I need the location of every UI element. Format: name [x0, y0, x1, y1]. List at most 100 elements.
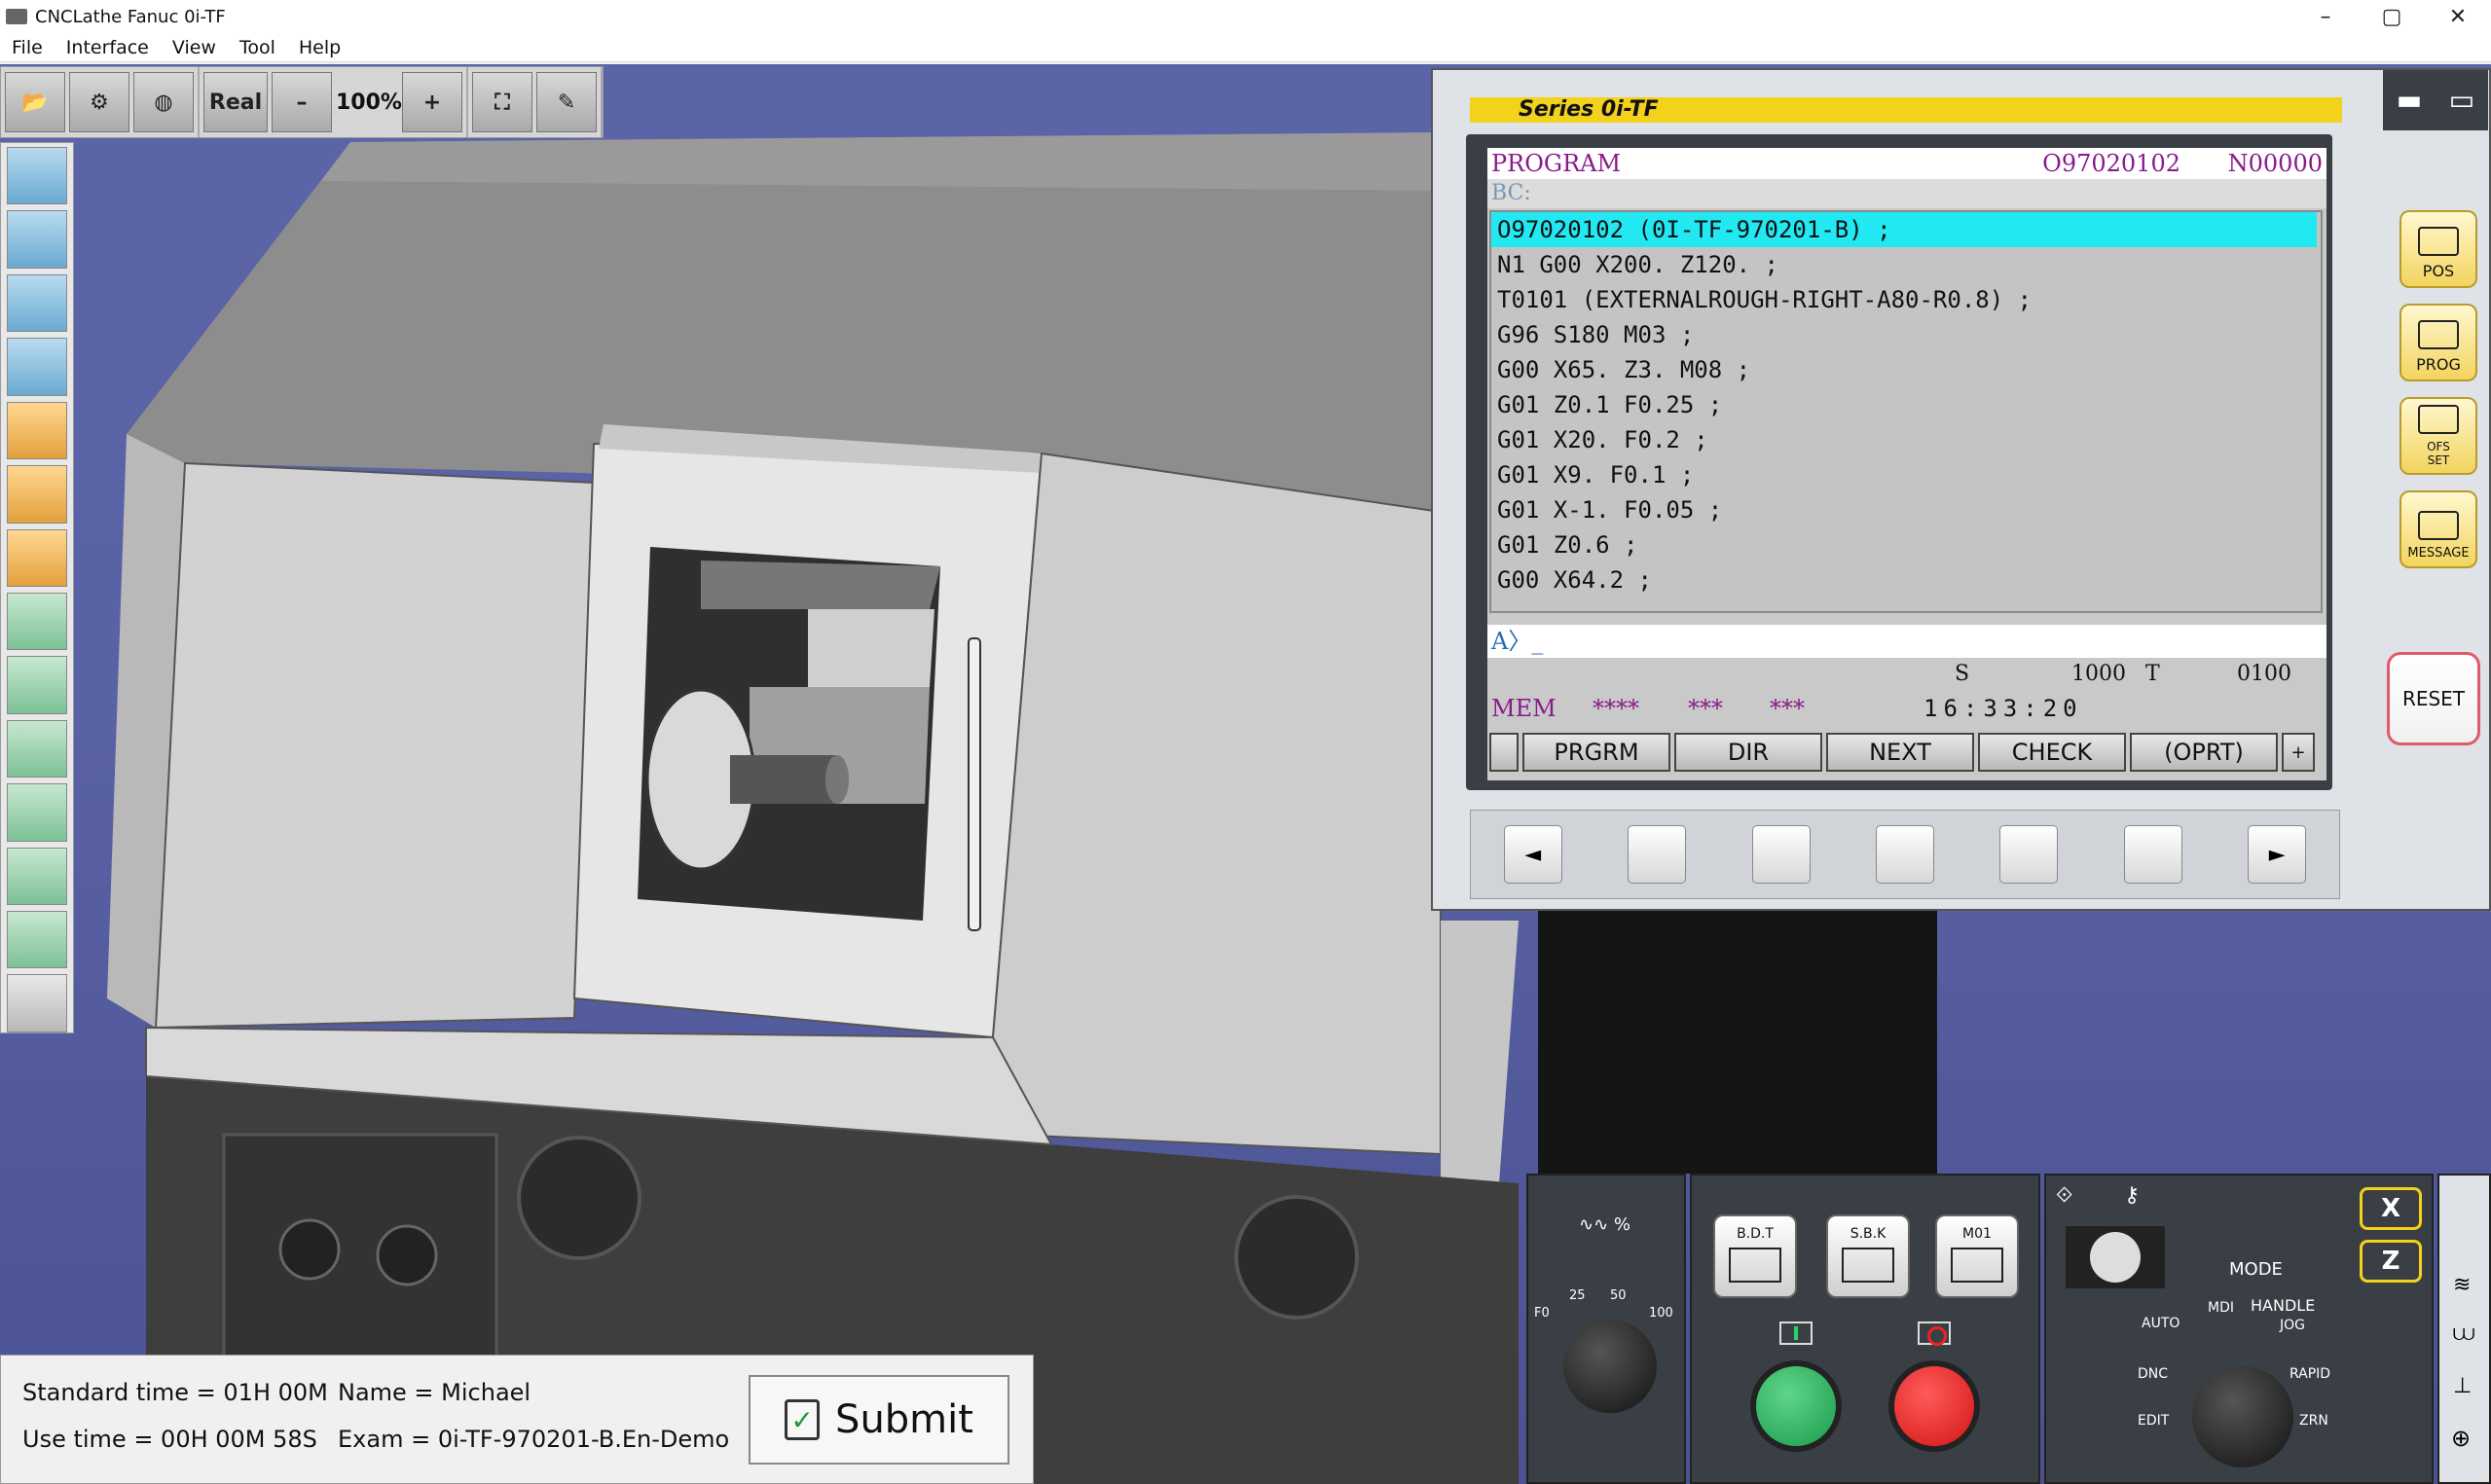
- softkey-next[interactable]: NEXT: [1826, 733, 1974, 772]
- mode-dnc: DNC: [2138, 1366, 2169, 1382]
- softkey-left-blank[interactable]: [1489, 733, 1519, 772]
- code-line[interactable]: G01 X20. F0.2 ;: [1491, 422, 2321, 457]
- path-icon[interactable]: [7, 656, 67, 714]
- minimize-button[interactable]: –: [2292, 0, 2359, 33]
- part-icon[interactable]: [7, 911, 67, 969]
- maximize-button[interactable]: ▢: [2359, 0, 2425, 33]
- prev-page-key[interactable]: ◄: [1503, 825, 1562, 884]
- physical-softkey-4[interactable]: [1999, 825, 2059, 884]
- axis-x-button[interactable]: X: [2360, 1187, 2422, 1230]
- feed-tick-50: 50: [1610, 1288, 1627, 1303]
- view-top-icon[interactable]: [7, 338, 67, 396]
- mode-auto: AUTO: [2142, 1316, 2180, 1331]
- view-iso-icon[interactable]: [7, 147, 67, 205]
- real-speed-button[interactable]: Real: [203, 72, 268, 132]
- code-line[interactable]: G01 X9. F0.1 ;: [1491, 457, 2321, 492]
- physical-softkey-3[interactable]: [1875, 825, 1934, 884]
- submit-label: Submit: [835, 1397, 973, 1442]
- block-delete-button[interactable]: B.D.T: [1713, 1214, 1797, 1298]
- main-toolbar: 📂 ⚙ ◍ Real – 100% + ⛶ ✎: [0, 66, 604, 138]
- code-line[interactable]: G96 S180 M03 ;: [1491, 317, 2321, 352]
- softkey-dir[interactable]: DIR: [1674, 733, 1822, 772]
- softkey-check[interactable]: CHECK: [1978, 733, 2126, 772]
- prog-button[interactable]: PROG: [2399, 304, 2477, 381]
- standard-time: Standard time = 01H 00M: [22, 1379, 328, 1406]
- measure-icon[interactable]: ⛶: [472, 72, 532, 132]
- panel-minimize-button[interactable]: ▬: [2392, 83, 2427, 118]
- target-icon[interactable]: ⊕: [2451, 1425, 2471, 1452]
- menu-interface[interactable]: Interface: [55, 37, 161, 58]
- message-button[interactable]: MESSAGE: [2399, 490, 2477, 568]
- physical-softkey-5[interactable]: [2123, 825, 2182, 884]
- code-line[interactable]: G01 Z0.1 F0.25 ;: [1491, 387, 2321, 422]
- optional-stop-button[interactable]: M01: [1935, 1214, 2019, 1298]
- s-label: S: [1955, 662, 1970, 686]
- machine-icon[interactable]: [7, 401, 67, 460]
- single-block-button[interactable]: S.B.K: [1826, 1214, 1910, 1298]
- workpiece-icon[interactable]: ◍: [133, 72, 194, 132]
- menu-file[interactable]: File: [0, 37, 55, 58]
- bc-label: BC:: [1487, 179, 2326, 208]
- tool-icon[interactable]: [7, 465, 67, 524]
- probe-icon[interactable]: [7, 783, 67, 842]
- speed-increase-button[interactable]: +: [402, 72, 462, 132]
- clock: 16:33:20: [1923, 695, 2083, 722]
- mode-select-knob[interactable]: [2192, 1366, 2293, 1467]
- view-front-icon[interactable]: [7, 210, 67, 269]
- softkey-oprt[interactable]: (OPRT): [2130, 733, 2278, 772]
- stock-icon[interactable]: [7, 528, 67, 587]
- jog-wave-icon[interactable]: ⩊: [2453, 1321, 2474, 1346]
- tool-setup-icon[interactable]: ✎: [536, 72, 597, 132]
- code-line[interactable]: G00 X65. Z3. M08 ;: [1491, 352, 2321, 387]
- code-line[interactable]: T0101 (EXTERNALROUGH-RIGHT-A80-R0.8) ;: [1491, 282, 2321, 317]
- menu-help[interactable]: Help: [287, 37, 352, 58]
- next-page-key[interactable]: ►: [2248, 825, 2307, 884]
- physical-softkey-1[interactable]: [1628, 825, 1687, 884]
- sound-icon[interactable]: [7, 974, 67, 1032]
- chuck-icon[interactable]: ⚙: [69, 72, 129, 132]
- program-listing[interactable]: O97020102 (0I-TF-970201-B) ; N1 G00 X200…: [1489, 210, 2323, 613]
- reset-button[interactable]: RESET: [2387, 652, 2480, 745]
- code-line[interactable]: O97020102 (0I-TF-970201-B) ;: [1491, 212, 2317, 247]
- mode-jog: JOG: [2280, 1318, 2305, 1333]
- code-line[interactable]: G01 X-1. F0.05 ;: [1491, 492, 2321, 527]
- handwheel-toggle[interactable]: [2066, 1226, 2165, 1288]
- feed-hold-button[interactable]: [1888, 1360, 1980, 1452]
- axis-icon[interactable]: [7, 592, 67, 651]
- cycle-start-button[interactable]: [1750, 1360, 1842, 1452]
- softkey-prgrm[interactable]: PRGRM: [1522, 733, 1670, 772]
- code-line[interactable]: G00 X64.2 ;: [1491, 562, 2321, 597]
- t-label: T: [2145, 662, 2160, 686]
- menu-tool[interactable]: Tool: [228, 37, 287, 58]
- code-line[interactable]: G01 Z0.6 ;: [1491, 527, 2321, 562]
- feed-override-panel: ∿∿ % F0 25 50 100: [1526, 1174, 1686, 1484]
- rapid-wave-icon[interactable]: ≋: [2453, 1273, 2471, 1297]
- mode-stars-c: ***: [1770, 695, 1805, 722]
- block-delete-icon: [1729, 1248, 1781, 1283]
- close-button[interactable]: ✕: [2425, 0, 2491, 33]
- optional-stop-icon: [1951, 1248, 2003, 1283]
- spindle-tool-status: S 1000 T 0100: [1487, 658, 2326, 691]
- feed-override-knob[interactable]: [1563, 1320, 1657, 1413]
- pos-button[interactable]: POS: [2399, 210, 2477, 288]
- window-title: CNCLathe Fanuc 0i-TF: [35, 6, 226, 27]
- feed-tick-25: 25: [1569, 1288, 1586, 1303]
- axis-z-button[interactable]: Z: [2360, 1240, 2422, 1283]
- menu-view[interactable]: View: [161, 37, 228, 58]
- screen-header: PROGRAM O97020102 N00000: [1487, 148, 2326, 179]
- key-input-line[interactable]: A〉_: [1487, 625, 2326, 658]
- softkey-more[interactable]: +: [2282, 733, 2315, 772]
- open-file-icon[interactable]: 📂: [5, 72, 65, 132]
- s-value: 1000: [2071, 662, 2126, 686]
- caliper-icon[interactable]: [7, 847, 67, 906]
- speed-decrease-button[interactable]: –: [272, 72, 332, 132]
- offset-setting-button[interactable]: OFS SET: [2399, 397, 2477, 475]
- panel-maximize-button[interactable]: ▭: [2444, 83, 2479, 118]
- physical-softkey-2[interactable]: [1751, 825, 1811, 884]
- code-line[interactable]: N1 G00 X200. Z120. ;: [1491, 247, 2321, 282]
- view-toolbar: [0, 142, 74, 1033]
- tool-holder-icon[interactable]: ⊥: [2453, 1374, 2472, 1398]
- submit-button[interactable]: ✓ Submit: [749, 1375, 1009, 1465]
- view-side-icon[interactable]: [7, 273, 67, 333]
- section-icon[interactable]: [7, 719, 67, 778]
